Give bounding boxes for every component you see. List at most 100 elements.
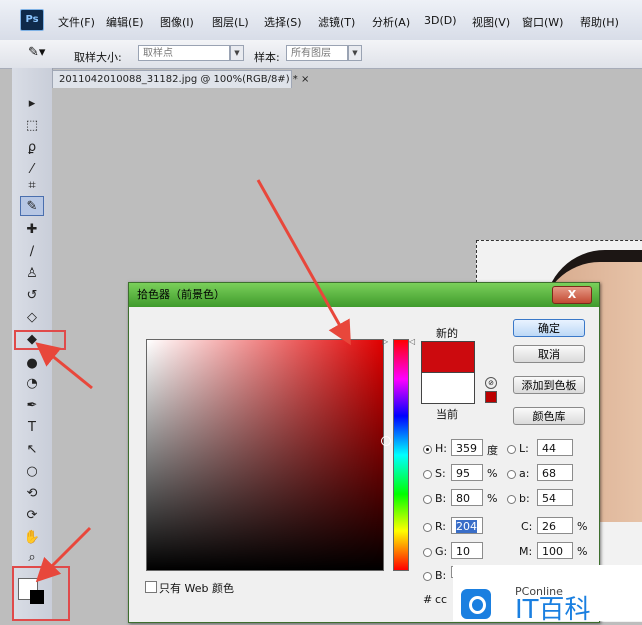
radio-b[interactable] [423,495,432,504]
3d-rotate-icon[interactable]: ⟲ [20,484,44,504]
dodge-icon[interactable]: ◔ [20,374,44,394]
photoshop-logo: Ps [20,9,44,31]
blur-icon[interactable]: ● [20,354,44,374]
r-label: R: [435,520,447,533]
chevron-down-icon[interactable]: ▼ [348,45,362,61]
g-label: G: [435,545,448,558]
add-to-swatches-button[interactable]: 添加到色板 [513,376,585,394]
radio-r[interactable] [423,523,432,532]
highlight-box-swatch [12,566,70,621]
zoom-icon[interactable]: ⌕ [20,548,44,568]
b-unit: % [487,492,498,505]
history-brush-icon[interactable]: ↺ [20,286,44,306]
menu-select[interactable]: 选择(S) [264,14,302,30]
pconline-logo-icon [461,589,491,619]
s-label: S: [435,467,446,480]
color-libraries-button[interactable]: 颜色库 [513,407,585,425]
menu-analysis[interactable]: 分析(A) [372,14,410,30]
document-tab[interactable]: 2011042010088_31182.jpg @ 100%(RGB/8#) *… [52,70,309,88]
crop-icon[interactable]: ⌗ [20,176,44,196]
hand-icon[interactable]: ✋ [20,528,44,548]
b-label: B: [435,492,447,505]
radio-h[interactable] [423,445,432,454]
eyedropper-icon[interactable]: ✎ [20,196,44,216]
shape-icon[interactable]: ○ [20,462,44,482]
sample-size-label: 取样大小: [74,51,122,64]
b-field[interactable]: 80 [451,489,483,506]
brush-icon[interactable]: ∕ [20,242,44,262]
ok-button[interactable]: 确定 [513,319,585,337]
close-icon[interactable]: × [301,74,309,85]
radio-lab-b[interactable] [507,495,516,504]
m-field[interactable]: 100 [537,542,573,559]
l-label: L: [519,442,529,455]
current-color-label: 当前 [436,408,458,421]
l-field[interactable]: 44 [537,439,573,456]
m-unit: % [577,545,588,558]
g-field[interactable]: 10 [451,542,483,559]
gamut-color-swatch[interactable] [485,391,497,403]
c-label: C: [521,520,533,533]
marquee-icon[interactable]: ⬚ [20,116,44,136]
saturation-brightness-field[interactable] [146,339,391,571]
hue-slider-left-marker[interactable]: ▷ [382,337,388,346]
r-field[interactable]: 204 [451,517,483,534]
new-color-label: 新的 [436,327,458,340]
dialog-title: 拾色器（前景色） [129,283,599,307]
document-title: 2011042010088_31182.jpg @ 100%(RGB/8#) * [59,74,298,85]
menu-filter[interactable]: 滤镜(T) [318,14,355,30]
m-label: M: [519,545,533,558]
sample-select[interactable]: 所有图层 [286,45,348,61]
h-unit: 度 [487,444,498,457]
rgb-b-label: B: [435,569,447,582]
radio-s[interactable] [423,470,432,479]
menu-view[interactable]: 视图(V) [472,14,510,30]
sample-label: 样本: [254,51,280,64]
web-colors-checkbox[interactable] [145,581,157,593]
hue-slider[interactable] [393,339,409,571]
h-field[interactable]: 359 [451,439,483,456]
hue-slider-right-marker[interactable]: ◁ [409,337,415,346]
menu-3d[interactable]: 3D(D) [424,14,457,27]
h-label: H: [435,442,447,455]
radio-g[interactable] [423,548,432,557]
current-color-swatch[interactable] [421,372,475,404]
menu-window[interactable]: 窗口(W) [522,14,563,30]
close-button[interactable]: X [552,286,592,304]
eraser-icon[interactable]: ◇ [20,308,44,328]
r-value: 204 [456,520,477,533]
menu-edit[interactable]: 编辑(E) [106,14,144,30]
chevron-down-icon[interactable]: ▼ [230,45,244,61]
menu-file[interactable]: 文件(F) [58,14,95,30]
eyedropper-preset-icon[interactable]: ✎▾ [28,45,45,60]
3d-orbit-icon[interactable]: ⟳ [20,506,44,526]
lasso-icon[interactable]: ϼ [20,138,44,158]
path-select-icon[interactable]: ↖ [20,440,44,460]
watermark: PConline IT百科 [453,565,642,623]
menu-help[interactable]: 帮助(H) [580,14,619,30]
a-field[interactable]: 68 [537,464,573,481]
s-field[interactable]: 95 [451,464,483,481]
a-label: a: [519,467,530,480]
pen-icon[interactable]: ✒ [20,396,44,416]
type-icon[interactable]: T [20,418,44,438]
color-marker[interactable] [381,436,391,446]
cancel-button[interactable]: 取消 [513,345,585,363]
clone-stamp-icon[interactable]: ♙ [20,264,44,284]
highlight-box-bucket [14,330,66,350]
out-of-gamut-icon[interactable]: ⊘ [485,377,497,389]
radio-a[interactable] [507,470,516,479]
lab-b-field[interactable]: 54 [537,489,573,506]
menu-layer[interactable]: 图层(L) [212,14,249,30]
menu-bar: Ps 文件(F) 编辑(E) 图像(I) 图层(L) 选择(S) 滤镜(T) 分… [0,0,642,41]
hex-label: # [423,593,433,606]
move-icon[interactable]: ▸ [20,94,44,114]
radio-l[interactable] [507,445,516,454]
radio-rgb-b[interactable] [423,572,432,581]
menu-image[interactable]: 图像(I) [160,14,194,30]
c-field[interactable]: 26 [537,517,573,534]
healing-brush-icon[interactable]: ✚ [20,220,44,240]
hex-field[interactable]: cc [435,593,447,606]
sample-size-select[interactable]: 取样点 [138,45,230,61]
new-color-swatch [421,341,475,373]
